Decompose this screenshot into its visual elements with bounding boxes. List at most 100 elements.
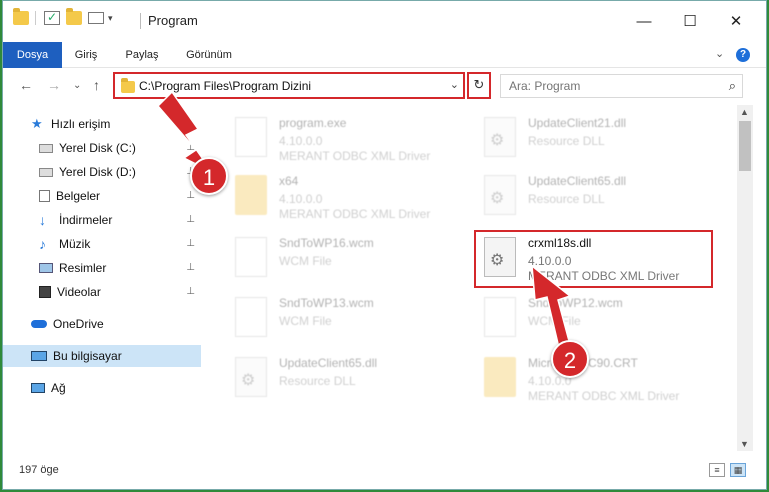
ribbon-expand-icon[interactable]: ⌄ — [715, 47, 724, 60]
tab-dosya[interactable]: Dosya — [3, 42, 62, 68]
navigation-bar: ← → ⌄ ↑ C:\Program Files\Program Dizini … — [3, 69, 766, 103]
file-tile[interactable]: SndToWP16.wcm WCM File — [227, 229, 457, 287]
pin-icon[interactable]: ⊥ — [186, 142, 195, 153]
sidebar-item-pictures[interactable]: Resimler ⊥ — [3, 257, 201, 279]
download-icon: ↓ — [39, 212, 46, 228]
wcm-file-icon — [235, 237, 267, 277]
sidebar-item-this-pc[interactable]: Bu bilgisayar — [3, 345, 201, 367]
sidebar-item-onedrive[interactable]: OneDrive — [3, 313, 201, 335]
address-path: C:\Program Files\Program Dizini — [139, 79, 312, 93]
tab-paylas[interactable]: Paylaş — [113, 42, 171, 68]
pin-icon[interactable]: ⊥ — [186, 238, 195, 249]
file-name: SndToWP12.wcm — [528, 296, 623, 310]
sidebar-item-downloads[interactable]: ↓ İndirmeler ⊥ — [3, 209, 201, 231]
properties-icon[interactable] — [44, 10, 60, 25]
minimize-button[interactable]: — — [621, 7, 667, 35]
file-type: WCM File — [528, 314, 581, 328]
close-button[interactable]: ✕ — [713, 7, 759, 35]
step-badge-2: 2 — [551, 340, 589, 378]
sidebar-item-disk-d[interactable]: Yerel Disk (D:) ⊥ — [3, 161, 201, 183]
pin-icon[interactable]: ⊥ — [186, 262, 195, 273]
sidebar-item-music[interactable]: ♪ Müzik ⊥ — [3, 233, 201, 255]
file-type: Resource DLL — [279, 374, 356, 388]
file-tile[interactable]: SndToWP12.wcm WCM File — [476, 289, 706, 347]
wcm-file-icon — [484, 297, 516, 337]
scroll-up-icon[interactable]: ▲ — [740, 107, 749, 117]
picture-icon — [39, 263, 53, 273]
sidebar-item-network[interactable]: Ağ — [3, 377, 201, 399]
folder-icon — [13, 8, 29, 25]
file-type: WCM File — [279, 254, 332, 268]
computer-icon — [31, 351, 47, 361]
file-name: UpdateClient65.dll — [279, 356, 378, 370]
title-bar: ▾ Program — ☐ ✕ — [3, 1, 766, 41]
file-version: 4.10.0.0 — [279, 134, 323, 148]
search-box[interactable]: ⌕ — [500, 74, 743, 98]
address-bar[interactable]: C:\Program Files\Program Dizini ⌄ — [113, 72, 465, 99]
scrollbar-thumb[interactable] — [739, 121, 751, 171]
pin-icon[interactable]: ⊥ — [186, 190, 195, 201]
sidebar-item-videos[interactable]: Videolar ⊥ — [3, 281, 201, 303]
wcm-file-icon — [235, 297, 267, 337]
maximize-button[interactable]: ☐ — [667, 7, 713, 35]
file-tile[interactable]: Microsoft.VC90.CRT 4.10.0.0 MERANT ODBC … — [476, 349, 706, 407]
file-tile[interactable]: program.exe 4.10.0.0 MERANT ODBC XML Dri… — [227, 109, 457, 167]
file-tile[interactable]: ⚙ UpdateClient21.dll Resource DLL — [476, 109, 706, 167]
file-name: SndToWP13.wcm — [279, 296, 374, 310]
file-type: WCM File — [279, 314, 332, 328]
tiles-view-icon[interactable]: ▦ — [730, 463, 746, 477]
explorer-window: ▾ Program — ☐ ✕ Dosya Giriş Paylaş Görün… — [2, 0, 767, 490]
file-name: SndToWP16.wcm — [279, 236, 374, 250]
view-options-icon[interactable] — [88, 12, 104, 24]
drive-icon — [39, 143, 53, 153]
sidebar-item-label: İndirmeler — [59, 213, 113, 227]
scroll-down-icon[interactable]: ▼ — [740, 439, 749, 449]
item-count: 197 öge — [19, 464, 59, 476]
file-type: Resource DLL — [528, 192, 605, 206]
sidebar-item-quick-access[interactable]: ★ Hızlı erişim — [3, 113, 201, 135]
tab-gorunum[interactable]: Görünüm — [173, 42, 245, 68]
exe-file-icon — [235, 117, 267, 157]
network-icon — [31, 383, 45, 393]
pin-icon[interactable]: ⊥ — [186, 214, 195, 225]
divider — [140, 13, 141, 29]
recent-locations-button[interactable]: ⌄ — [73, 80, 81, 91]
step-badge-1: 1 — [190, 157, 228, 195]
sidebar-item-documents[interactable]: Belgeler ⊥ — [3, 185, 201, 207]
file-tile[interactable]: SndToWP13.wcm WCM File — [227, 289, 457, 347]
sidebar-item-disk-c[interactable]: Yerel Disk (C:) ⊥ — [3, 137, 201, 159]
folder-icon — [484, 357, 516, 397]
details-view-icon[interactable]: ≡ — [709, 463, 725, 477]
pin-icon[interactable]: ⊥ — [186, 286, 195, 297]
file-name: UpdateClient65.dll — [528, 174, 627, 188]
file-name: UpdateClient21.dll — [528, 116, 627, 130]
tab-giris[interactable]: Giriş — [62, 42, 110, 68]
quick-access-toolbar: ▾ — [13, 8, 113, 25]
dll-file-icon: ⚙ — [235, 357, 267, 397]
highlight-box — [474, 230, 713, 288]
sidebar-item-label: Videolar — [57, 285, 101, 299]
help-icon[interactable]: ? — [736, 48, 750, 62]
folder-icon — [121, 78, 135, 93]
back-button[interactable]: ← — [19, 77, 33, 93]
search-input[interactable] — [501, 75, 701, 97]
file-name: program.exe — [279, 116, 347, 130]
file-tile[interactable]: x64 4.10.0.0 MERANT ODBC XML Driver — [227, 167, 457, 225]
file-tile[interactable]: ⚙ UpdateClient65.dll Resource DLL — [227, 349, 457, 407]
sidebar-item-label: OneDrive — [53, 317, 104, 331]
new-folder-icon[interactable] — [66, 8, 82, 25]
status-bar: 197 öge ≡ ▦ — [3, 457, 766, 483]
star-icon: ★ — [31, 116, 43, 131]
sidebar-item-label: Müzik — [59, 237, 91, 251]
music-icon: ♪ — [39, 236, 46, 252]
file-tile[interactable]: ⚙ UpdateClient65.dll Resource DLL — [476, 167, 706, 225]
address-dropdown-icon[interactable]: ⌄ — [450, 78, 459, 91]
up-button[interactable]: ↑ — [93, 77, 100, 93]
toolbar-dropdown-icon[interactable]: ▾ — [108, 13, 113, 24]
sidebar-item-label: Belgeler — [56, 189, 101, 203]
file-description: MERANT ODBC XML Driver — [528, 389, 680, 403]
refresh-button[interactable]: ↻ — [467, 72, 491, 99]
forward-button[interactable]: → — [47, 77, 61, 93]
sidebar-item-label: Ağ — [51, 381, 66, 395]
vertical-scrollbar[interactable]: ▲ ▼ — [737, 105, 753, 451]
